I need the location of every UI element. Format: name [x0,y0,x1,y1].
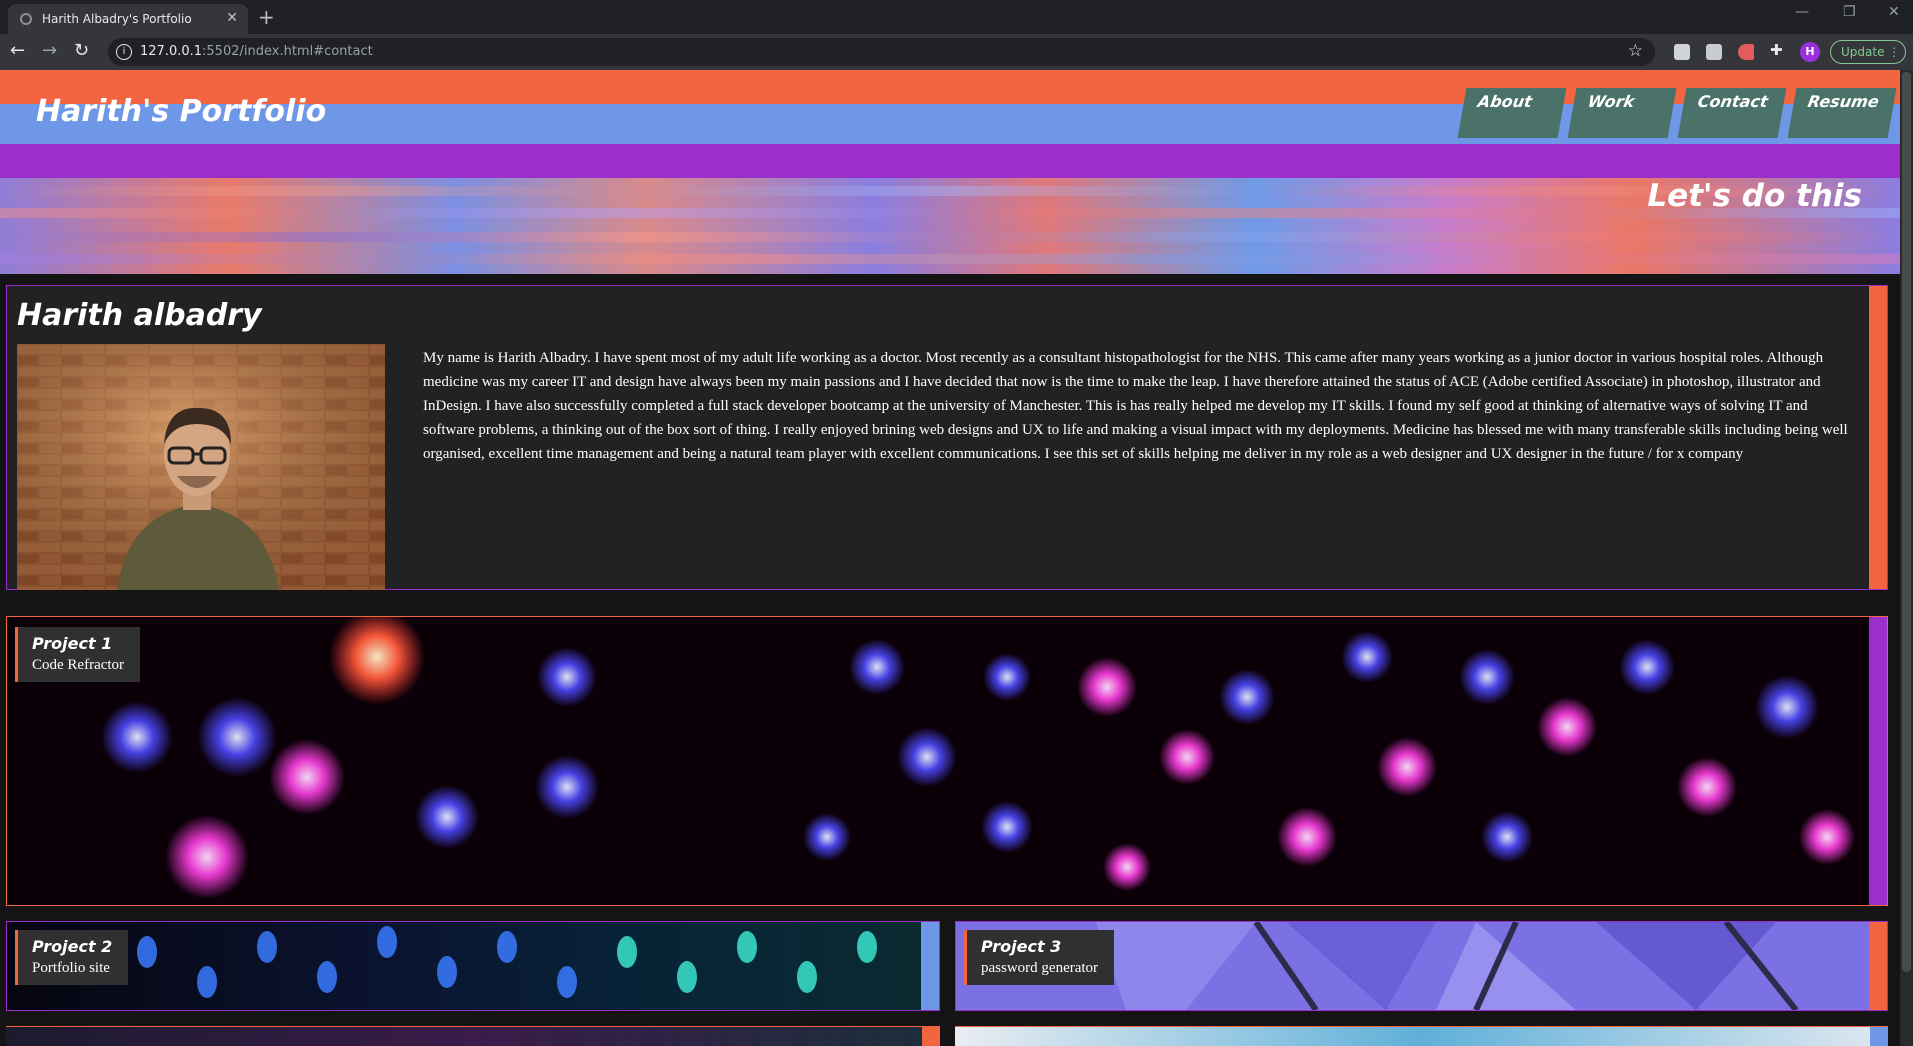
url-host: 127.0.0.1 [140,44,203,59]
project-2-title: Project 2 [32,937,113,956]
project-3-subtitle: password generator [981,960,1099,976]
project-card-2[interactable]: Project 2 Portfolio site [6,921,940,1011]
new-tab-button[interactable]: + [258,5,275,29]
extensions-puzzle-icon[interactable]: ✚ [1770,41,1786,59]
header-band-purple [0,144,1900,178]
project-1-accent-bar [1869,617,1887,905]
project-3-accent-bar [1869,922,1887,1010]
project-2-subtitle: Portfolio site [32,960,110,976]
browser-tab[interactable]: Harith Albadry's Portfolio ✕ [8,4,248,34]
profile-avatar[interactable]: H [1800,42,1820,62]
update-label: Update [1841,45,1885,59]
project-5-accent-bar [1870,1027,1888,1046]
address-bar[interactable]: i 127.0.0.1:5502/index.html#contact ☆ [108,38,1655,66]
project-1-subtitle: Code Refractor [32,657,125,673]
site-info-icon[interactable]: i [116,44,132,60]
scrollbar-thumb[interactable] [1902,72,1911,972]
about-section: Harith albadry My name is Harith Albadry… [6,285,1888,590]
bookmark-star-icon[interactable]: ☆ [1628,41,1643,61]
url-text[interactable]: 127.0.0.1:5502/index.html#contact [140,44,373,59]
page-viewport: Harith's Portfolio About Work Contact Re… [0,70,1900,1046]
about-bio: My name is Harith Albadry. I have spent … [423,350,1848,462]
browser-tab-strip: Harith Albadry's Portfolio ✕ + — ❐ ✕ [0,0,1913,34]
project-1-title: Project 1 [32,634,113,653]
update-button[interactable]: Update ⋮ [1830,40,1906,64]
project-2-accent-bar [921,922,939,1010]
about-accent-bar [1869,286,1887,589]
project-4-accent-bar [922,1027,940,1046]
tab-title: Harith Albadry's Portfolio [42,12,192,26]
back-arrow-icon[interactable]: ← [10,41,25,61]
page-scrollbar[interactable] [1900,70,1913,1046]
nav-link-work[interactable]: Work [1567,88,1677,138]
nav-link-resume[interactable]: Resume [1787,88,1897,138]
project-1-label: Project 1 Code Refractor [15,627,141,682]
close-window-button[interactable]: ✕ [1888,4,1900,20]
project-card-3[interactable]: Project 3 password generator [955,921,1888,1011]
profile-photo [17,344,385,590]
about-heading: Harith albadry [17,298,262,333]
tab-close-icon[interactable]: ✕ [226,10,238,26]
extension-translate-icon[interactable] [1706,44,1722,60]
forward-arrow-icon[interactable]: → [42,41,57,61]
project-card-4-partial[interactable] [6,1026,940,1046]
project-3-label: Project 3 password generator [964,930,1115,985]
globe-icon [20,13,32,25]
nav-link-about[interactable]: About [1457,88,1567,138]
restore-button[interactable]: ❐ [1843,4,1856,20]
extension-arrow-icon[interactable] [1738,44,1754,60]
url-path: :5502/index.html#contact [202,44,373,59]
project-card-5-partial[interactable] [955,1026,1888,1046]
hero-tagline: Let's do this [1647,178,1862,214]
nav-link-contact[interactable]: Contact [1677,88,1787,138]
extension-image-icon[interactable] [1674,44,1690,60]
project-3-title: Project 3 [981,937,1062,956]
reload-icon[interactable]: ↻ [74,41,89,61]
hero-banner: Let's do this [0,178,1900,274]
site-title: Harith's Portfolio [36,94,327,129]
browser-toolbar: ← → ↻ i 127.0.0.1:5502/index.html#contac… [0,34,1913,70]
minimize-button[interactable]: — [1795,4,1809,20]
project-card-1[interactable]: Project 1 Code Refractor [6,616,1888,906]
project-2-label: Project 2 Portfolio site [15,930,129,985]
